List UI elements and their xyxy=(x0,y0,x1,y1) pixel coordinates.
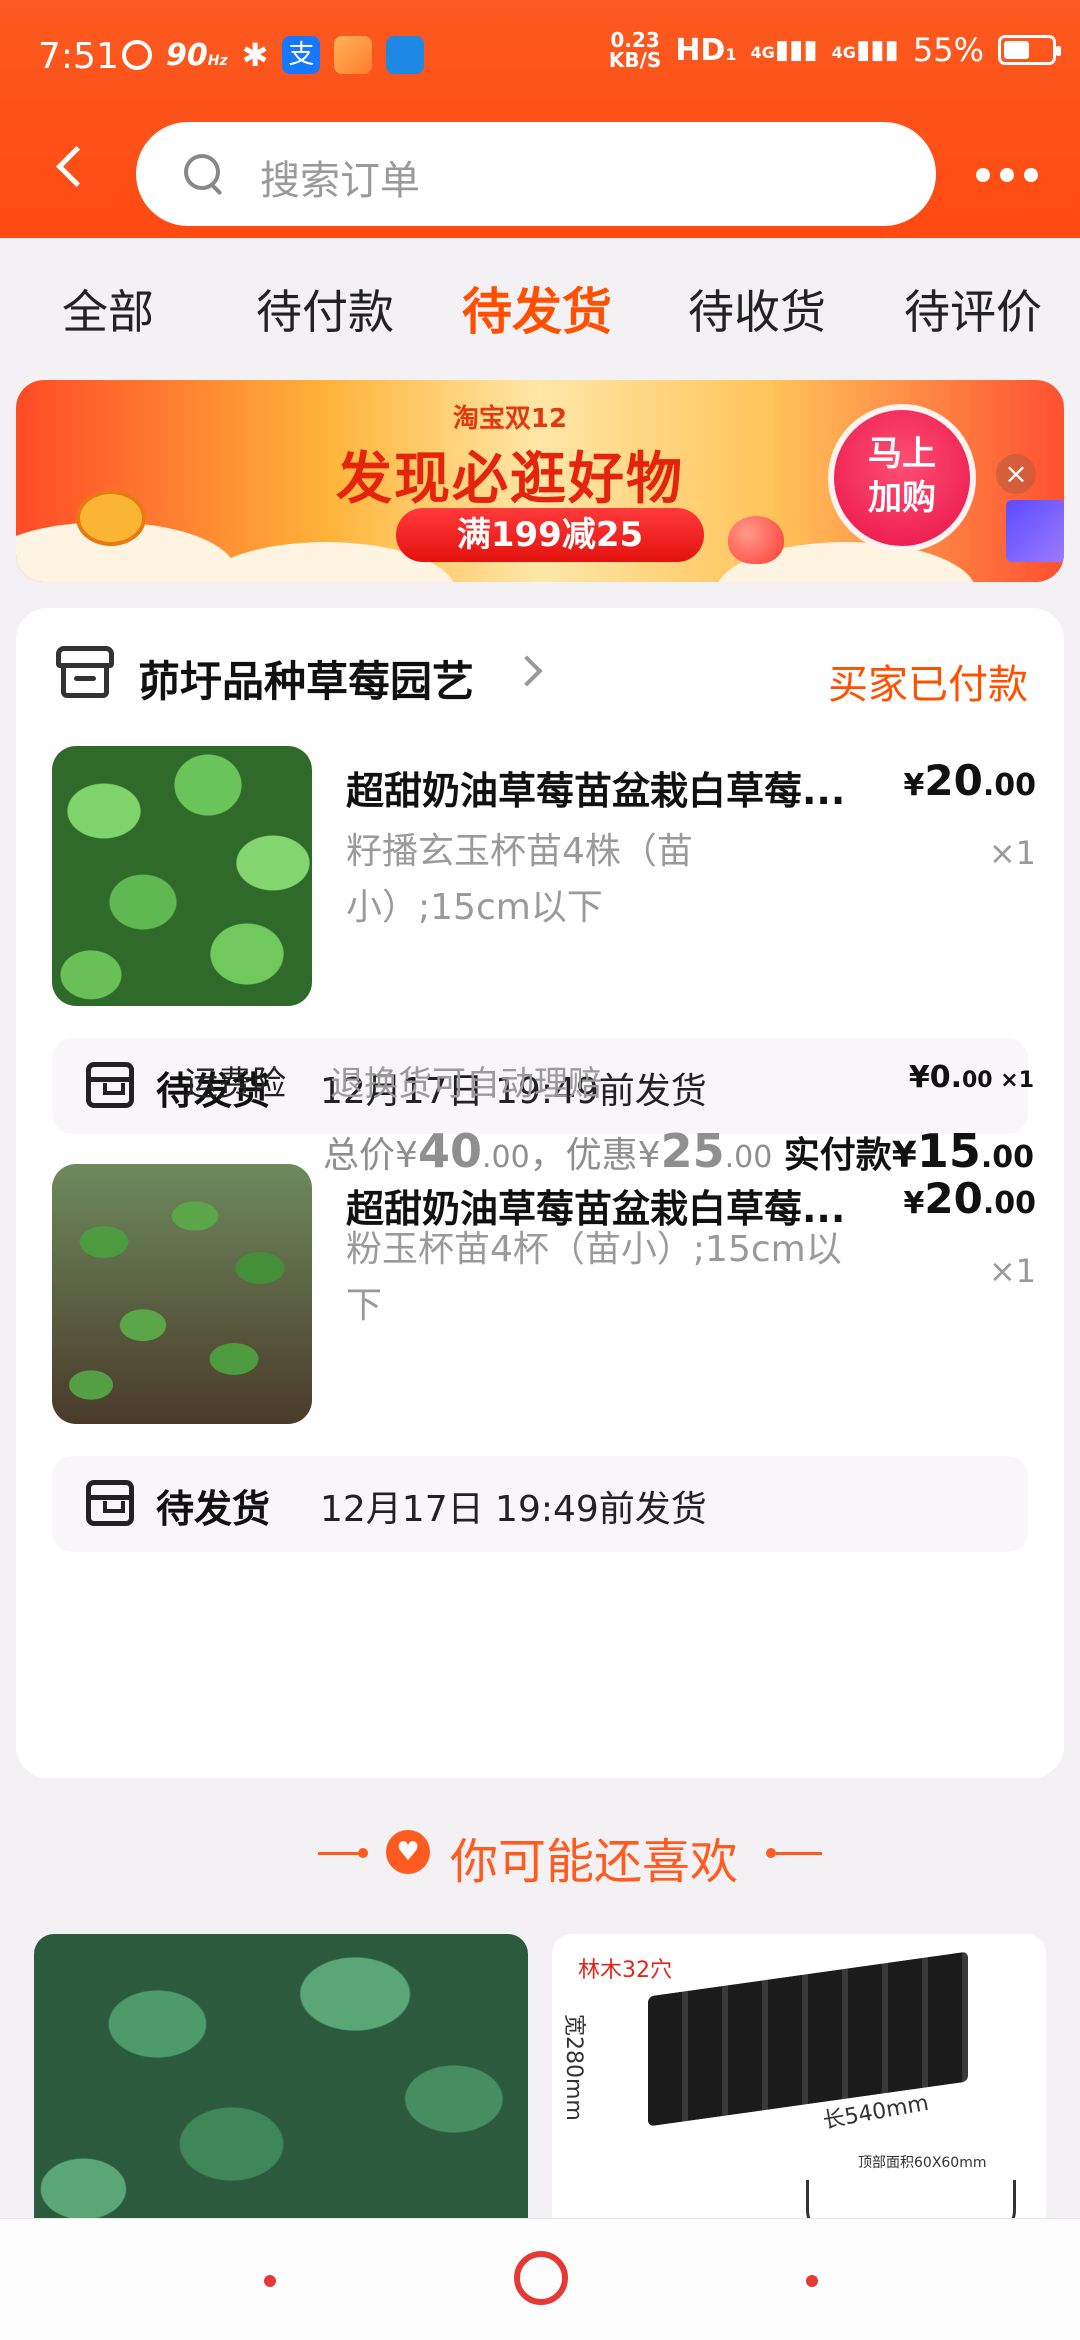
bluetooth-icon: ✱ xyxy=(241,36,269,74)
shipping-insurance-label: 运费险 xyxy=(184,1064,286,1104)
back-arrow-icon[interactable] xyxy=(52,148,92,188)
shop-icon xyxy=(56,646,114,700)
recommend-header: ♥ 你可能还喜欢 xyxy=(0,1822,1080,1890)
status-time: 7:51 xyxy=(38,36,119,77)
tab-pending-receipt[interactable]: 待收货 xyxy=(688,276,826,342)
alarm-icon xyxy=(122,40,152,70)
heart-icon: ♥ xyxy=(386,1830,430,1874)
tray-top-area: 顶部面积60X60mm xyxy=(858,2155,987,2171)
system-nav-bar xyxy=(0,2218,1080,2340)
heart-balloon-icon xyxy=(728,516,784,564)
status-left-icons: 90Hz ✱ 支 xyxy=(122,36,425,74)
recommend-title: 你可能还喜欢 xyxy=(450,1834,739,1890)
tab-all[interactable]: 全部 xyxy=(62,276,154,342)
status-right-icons: 0.23 KB/S HD1 4G▮▮▮ 4G▮▮▮ 55% xyxy=(608,28,1061,72)
product-title[interactable]: 超甜奶油草莓苗盆栽白草莓... xyxy=(346,760,886,815)
product-image[interactable] xyxy=(52,1164,312,1424)
battery-percent: 55% xyxy=(912,31,984,69)
nav-home-button[interactable] xyxy=(514,2251,568,2305)
shop-name[interactable]: 茆圩品种草莓园艺 xyxy=(138,648,474,709)
order-tabs: 全部 待付款 待发货 待收货 待评价 xyxy=(0,238,1080,374)
gift-box-icon xyxy=(1006,500,1064,562)
package-icon xyxy=(86,1062,134,1108)
product-quantity: ×1 xyxy=(988,834,1036,872)
refresh-rate-icon: 90Hz xyxy=(166,37,228,73)
package-icon xyxy=(86,1480,134,1526)
search-input[interactable]: 搜索订单 xyxy=(136,122,936,226)
order-card[interactable]: 茆圩品种草莓园艺 买家已付款 超甜奶油草莓苗盆栽白草莓... 籽播玄玉杯苗4株（… xyxy=(16,608,1064,1778)
add-to-cart-button[interactable]: 马上 加购 xyxy=(828,404,976,552)
shipment-deadline: 12月17日 19:49前发货 xyxy=(320,1489,707,1530)
tray-tag: 林木32穴 xyxy=(578,1958,672,1983)
product-sku: 籽播玄玉杯苗4株（苗 小）;15cm以下 xyxy=(346,831,693,928)
nav-recents-button[interactable] xyxy=(806,2275,818,2287)
shipping-insurance-desc: 退换货可自动理赔 xyxy=(330,1064,602,1104)
banner-discount-pill: 满199减25 xyxy=(396,508,704,562)
product-sku: 粉玉杯苗4杯（苗小）;15cm以 下 xyxy=(346,1229,842,1326)
product-price: ¥20.00 xyxy=(903,1174,1036,1223)
search-icon xyxy=(184,154,224,194)
shield-app-icon xyxy=(386,36,425,74)
recommend-item-seed-tray[interactable]: 林木32穴 宽280mm 长540mm 顶部面积60X60mm xyxy=(552,1934,1046,2234)
net-speed: 0.23 KB/S xyxy=(608,28,662,72)
tray-width: 宽280mm xyxy=(561,2014,586,2121)
shipment-status-label: 待发货 xyxy=(156,1487,271,1531)
order-total-line: 总价¥40.00，优惠¥25.00 实付款¥15.00 xyxy=(323,1124,1034,1178)
status-bar: 7:51 90Hz ✱ 支 0.23 KB/S HD1 4G▮▮▮ 4G▮▮▮ 5… xyxy=(0,0,1080,112)
tab-pending-payment[interactable]: 待付款 xyxy=(256,276,394,342)
nav-back-button[interactable] xyxy=(264,2275,276,2287)
hd-icon: HD1 xyxy=(675,32,737,68)
header-bar: 7:51 90Hz ✱ 支 0.23 KB/S HD1 4G▮▮▮ 4G▮▮▮ 5… xyxy=(0,0,1080,238)
product-quantity: ×1 xyxy=(988,1252,1036,1290)
signal-icon: 4G▮▮▮ xyxy=(750,35,818,65)
more-options-icon[interactable] xyxy=(976,168,1038,182)
signal-icon-2: 4G▮▮▮ xyxy=(831,35,899,65)
tab-pending-shipment[interactable]: 待发货 xyxy=(462,272,612,344)
search-placeholder: 搜索订单 xyxy=(260,158,420,204)
tab-pending-review[interactable]: 待评价 xyxy=(904,276,1042,342)
shipping-insurance-price: ¥0.00 ×1 xyxy=(908,1060,1034,1095)
alipay-icon: 支 xyxy=(282,36,321,74)
shipment-status-bar: 待发货 12月17日 19:49前发货 xyxy=(52,1456,1028,1552)
product-price: ¥20.00 xyxy=(903,756,1036,805)
product-image[interactable] xyxy=(52,746,312,1006)
app-notification-icon xyxy=(334,36,373,74)
battery-icon xyxy=(998,35,1061,65)
recommend-item-strawberry[interactable] xyxy=(34,1934,528,2234)
chevron-right-icon[interactable] xyxy=(511,655,543,687)
close-icon[interactable]: × xyxy=(996,454,1036,494)
promo-banner[interactable]: 淘宝双12 发现必逛好物 满199减25 马上 加购 × xyxy=(16,380,1064,582)
order-status: 买家已付款 xyxy=(828,662,1028,708)
